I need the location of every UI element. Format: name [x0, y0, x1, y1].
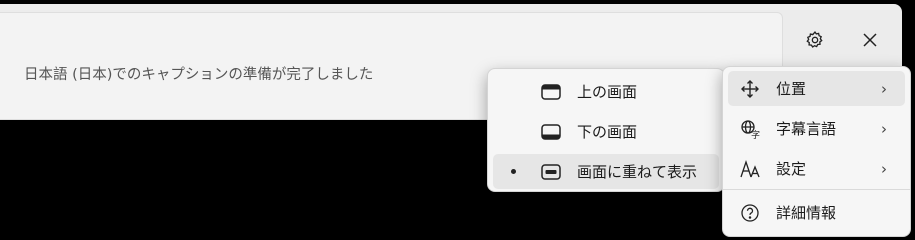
- chevron-right-icon: ›: [881, 159, 887, 178]
- menu-item-caption-language[interactable]: 字 字幕言語 ›: [728, 111, 905, 146]
- svg-text:字: 字: [751, 129, 760, 139]
- font-size-icon: [740, 159, 762, 179]
- overlay-icon: [541, 163, 561, 180]
- menu-item-overlay[interactable]: 画面に重ねて表示: [493, 154, 719, 189]
- menu-item-label: 上の画面: [577, 83, 638, 101]
- menu-item-label: 詳細情報: [776, 204, 837, 222]
- menu-item-dock-bottom[interactable]: 下の画面: [493, 114, 719, 149]
- menu-item-label: 字幕言語: [776, 120, 837, 138]
- caption-status-text: 日本語 (日本)でのキャプションの準備が完了しました: [24, 67, 374, 83]
- menu-item-label: 画面に重ねて表示: [577, 163, 698, 181]
- chevron-right-icon: ›: [881, 119, 887, 138]
- menu-item-label: 下の画面: [577, 123, 638, 141]
- selected-bullet-icon: [511, 169, 516, 174]
- dock-bottom-icon: [541, 123, 561, 140]
- menu-item-position[interactable]: 位置 ›: [728, 71, 905, 106]
- settings-button[interactable]: [797, 22, 833, 58]
- language-icon: 字: [740, 119, 760, 139]
- close-icon: [863, 33, 877, 47]
- dock-top-icon: [541, 83, 561, 100]
- menu-separator: [723, 189, 910, 190]
- menu-item-dock-top[interactable]: 上の画面: [493, 74, 719, 109]
- close-button[interactable]: [852, 22, 888, 58]
- menu-item-settings[interactable]: 設定 ›: [728, 151, 905, 186]
- chevron-right-icon: ›: [881, 79, 887, 98]
- settings-menu: 位置 › 字 字幕言語 › 設定 › 詳細情報: [722, 66, 911, 237]
- gear-icon: [806, 31, 823, 48]
- position-submenu: 上の画面 下の画面 画面に重ねて表示: [487, 68, 725, 192]
- menu-item-label: 設定: [776, 160, 807, 178]
- move-icon: [740, 79, 760, 99]
- help-icon: [740, 203, 760, 223]
- menu-item-learn-more[interactable]: 詳細情報: [728, 195, 905, 230]
- menu-item-label: 位置: [776, 80, 807, 98]
